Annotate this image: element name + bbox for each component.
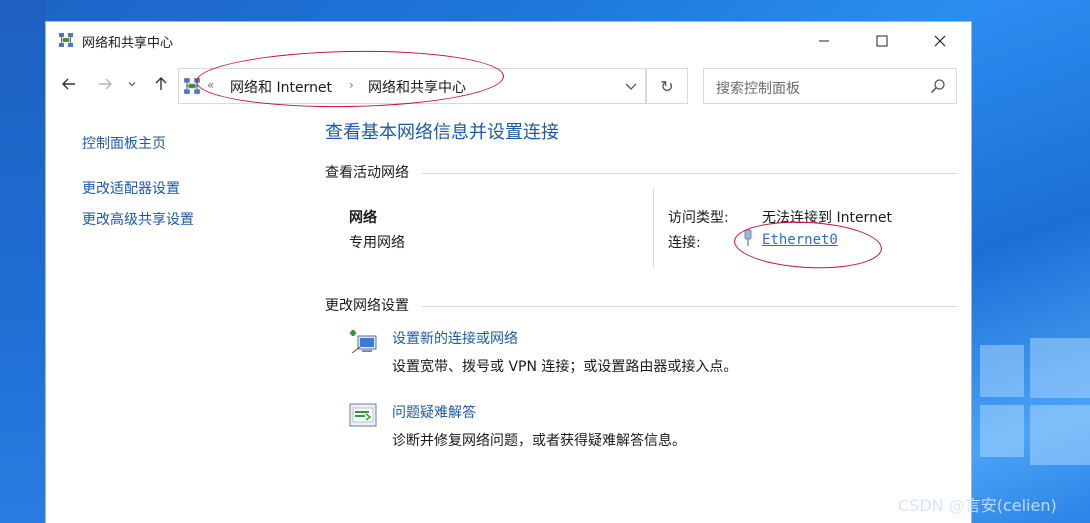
new-connection-icon — [350, 330, 377, 354]
network-center-icon — [59, 33, 73, 47]
network-type[interactable]: 专用网络 — [349, 232, 405, 252]
refresh-icon: ↻ — [660, 76, 674, 96]
address-bar[interactable]: « 网络和 Internet › 网络和共享中心 — [178, 68, 646, 104]
back-button[interactable] — [56, 70, 82, 98]
breadcrumb-separator[interactable]: › — [349, 78, 354, 92]
search-input[interactable]: 搜索控制面板 — [716, 78, 800, 98]
window-title: 网络和共享中心 — [82, 36, 174, 51]
watermark: CSDN @言安(celien) — [898, 496, 1057, 515]
desktop-background-right — [972, 0, 1090, 523]
sidebar-item-control-panel-home[interactable]: 控制面板主页 — [82, 133, 166, 153]
chevron-down-icon[interactable] — [623, 78, 639, 94]
forward-button[interactable] — [92, 70, 118, 98]
minimize-button[interactable] — [801, 22, 847, 60]
search-box[interactable]: 搜索控制面板 — [703, 68, 957, 104]
up-button[interactable] — [148, 70, 174, 98]
task-troubleshoot-link[interactable]: 问题疑难解答 — [392, 402, 476, 422]
active-networks-heading: 查看活动网络 — [325, 165, 409, 181]
breadcrumb-sharing-center[interactable]: 网络和共享中心 — [368, 77, 466, 97]
ethernet-connection-link[interactable]: Ethernet0 — [762, 232, 838, 248]
breadcrumb-network-internet[interactable]: 网络和 Internet — [230, 77, 332, 97]
forward-arrow-icon — [99, 78, 112, 90]
network-sharing-center-window: 网络和共享中心 « 网络和 Internet › 网络和共享中心 ↻ 搜索控制面… — [46, 22, 971, 523]
up-arrow-icon — [155, 77, 167, 90]
page-title: 查看基本网络信息并设置连接 — [325, 122, 559, 143]
close-icon — [934, 35, 946, 47]
change-settings-heading: 更改网络设置 — [325, 298, 409, 314]
search-icon[interactable] — [930, 78, 946, 94]
desktop-background-left — [0, 0, 46, 523]
task-troubleshoot-desc: 诊断并修复网络问题，或者获得疑难解答信息。 — [392, 433, 686, 449]
divider — [422, 173, 958, 174]
connections-label: 连接: — [668, 235, 701, 251]
recent-locations-button[interactable] — [124, 70, 140, 98]
sidebar-item-adapter-settings[interactable]: 更改适配器设置 — [82, 178, 180, 198]
maximize-icon — [876, 35, 888, 47]
task-new-connection-desc: 设置宽带、拨号或 VPN 连接；或设置路由器或接入点。 — [392, 359, 738, 375]
maximize-button[interactable] — [859, 22, 905, 60]
breadcrumb-overflow[interactable]: « — [207, 78, 214, 92]
ethernet-icon — [744, 229, 752, 246]
troubleshoot-icon — [349, 403, 377, 427]
refresh-button[interactable]: ↻ — [646, 68, 688, 104]
navigation-bar: « 网络和 Internet › 网络和共享中心 ↻ 搜索控制面板 — [46, 66, 971, 104]
chevron-down-icon — [128, 82, 136, 87]
task-new-connection-link[interactable]: 设置新的连接或网络 — [392, 328, 518, 348]
back-arrow-icon — [62, 78, 75, 90]
network-name: 网络 — [349, 210, 377, 226]
access-type-value: 无法连接到 Internet — [762, 210, 893, 226]
network-center-icon — [184, 78, 200, 94]
access-type-label: 访问类型: — [668, 210, 729, 226]
divider — [653, 188, 654, 268]
title-bar: 网络和共享中心 — [46, 22, 971, 60]
minimize-icon — [819, 40, 829, 42]
sidebar-item-advanced-sharing[interactable]: 更改高级共享设置 — [82, 209, 194, 229]
close-button[interactable] — [917, 22, 963, 60]
divider — [422, 306, 958, 307]
